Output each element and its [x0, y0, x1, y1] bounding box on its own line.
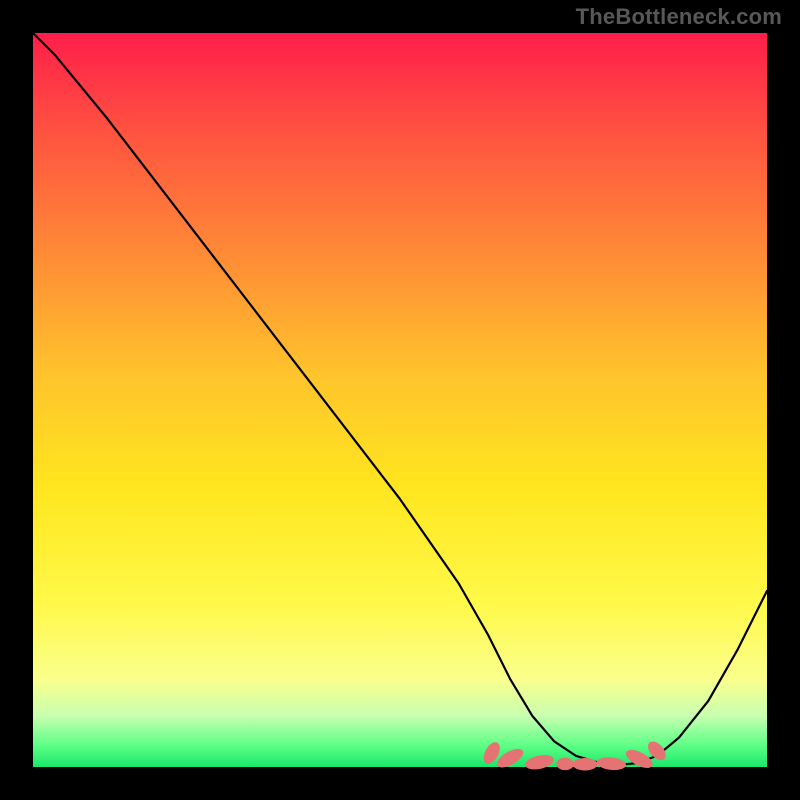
curve-marker: [556, 758, 574, 770]
curve-marker: [596, 756, 627, 771]
curve-marker: [572, 758, 597, 770]
plot-area: [33, 33, 767, 767]
chart-svg: [33, 33, 767, 767]
bottleneck-curve: [33, 33, 767, 765]
chart-frame: TheBottleneck.com: [0, 0, 800, 800]
watermark-text: TheBottleneck.com: [576, 4, 782, 30]
curve-marker: [524, 753, 555, 772]
